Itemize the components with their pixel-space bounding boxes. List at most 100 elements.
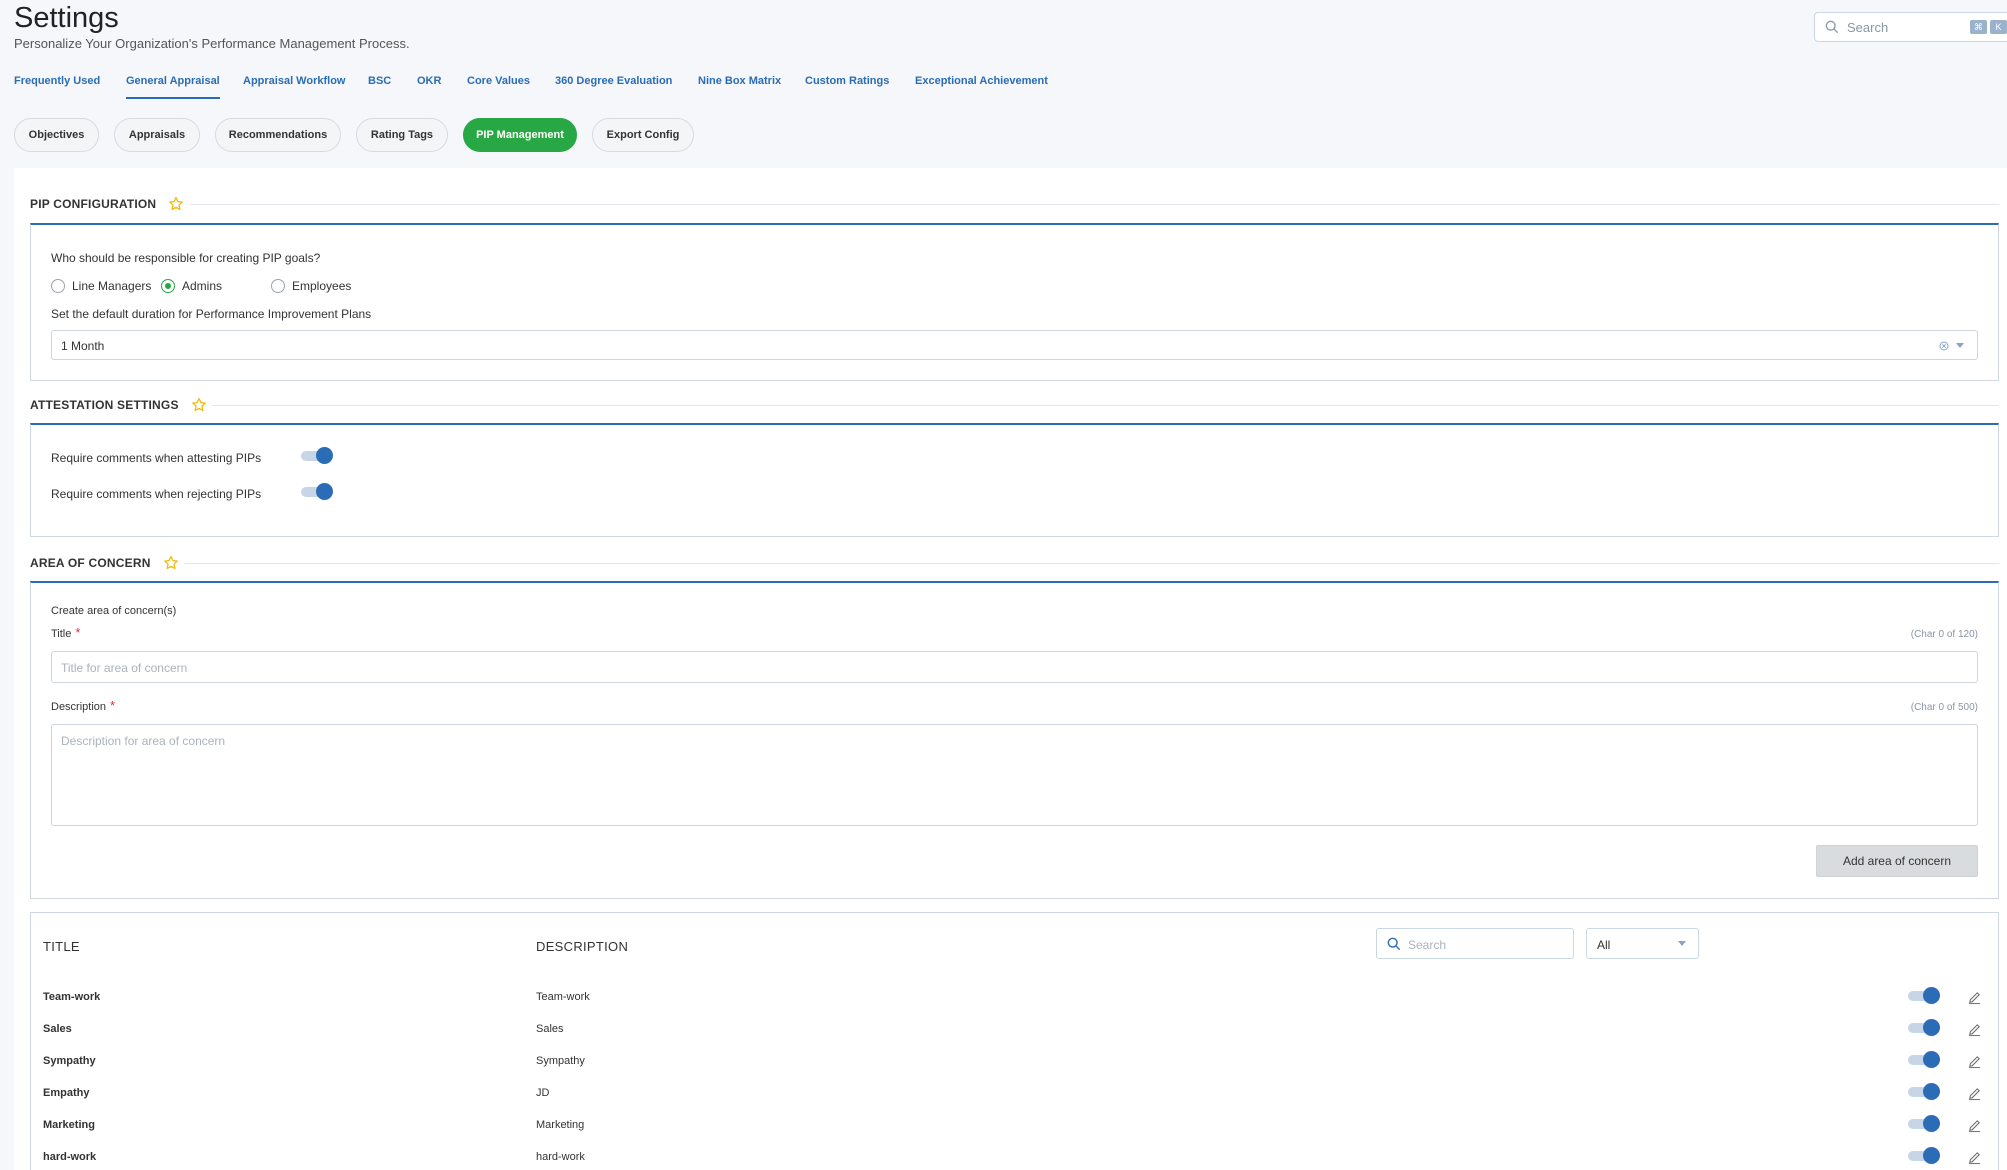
chevron-down-icon <box>1678 941 1686 946</box>
radio-line-managers[interactable]: Line Managers <box>51 279 151 293</box>
toggle-knob <box>1923 1083 1940 1100</box>
table-row: Sympathy Sympathy <box>31 1045 1998 1077</box>
edit-icon[interactable] <box>1967 1118 1982 1133</box>
area-of-concern-table: TITLE DESCRIPTION Search All Team-work T… <box>30 912 1999 1170</box>
row-description: Team-work <box>536 991 590 1003</box>
subtab-export-config[interactable]: Export Config <box>592 118 694 152</box>
pip-duration-label: Set the default duration for Performance… <box>51 307 372 321</box>
radio-admins[interactable]: Admins <box>161 279 222 293</box>
rejecting-comments-label: Require comments when rejecting PIPs <box>51 487 262 501</box>
table-row: hard-work hard-work <box>31 1141 1998 1170</box>
shortcut-key-k: K <box>1990 20 2007 34</box>
column-header-title: TITLE <box>43 939 80 954</box>
row-title: Sympathy <box>43 1055 96 1067</box>
table-search-placeholder: Search <box>1408 938 1447 952</box>
attesting-comments-label: Require comments when attesting PIPs <box>51 451 262 465</box>
radio-indicator <box>161 279 175 293</box>
subtab-recommendations[interactable]: Recommendations <box>215 118 341 152</box>
attesting-comments-toggle[interactable] <box>301 447 333 464</box>
star-icon[interactable] <box>168 196 184 212</box>
add-area-of-concern-button[interactable]: Add area of concern <box>1816 845 1978 877</box>
concern-description-placeholder: Description for area of concern <box>61 734 226 748</box>
concern-title-label: Title * <box>51 625 80 640</box>
tab-general-appraisal[interactable]: General Appraisal <box>126 75 220 99</box>
title-char-counter: (Char 0 of 120) <box>1910 629 1978 640</box>
radio-employees[interactable]: Employees <box>271 279 351 293</box>
concern-title-label-text: Title <box>51 628 72 640</box>
rejecting-comments-toggle[interactable] <box>301 483 333 500</box>
status-filter-select[interactable]: All <box>1586 928 1699 959</box>
clear-icon[interactable] <box>1939 341 1949 351</box>
row-status-toggle[interactable] <box>1908 1115 1940 1132</box>
pip-configuration-title: PIP CONFIGURATION <box>30 197 157 211</box>
subtab-appraisals[interactable]: Appraisals <box>114 118 200 152</box>
row-status-toggle[interactable] <box>1908 1147 1940 1164</box>
star-icon[interactable] <box>163 555 179 571</box>
row-status-toggle[interactable] <box>1908 1083 1940 1100</box>
search-icon <box>1825 20 1839 34</box>
radio-label: Employees <box>292 279 352 293</box>
concern-description-textarea[interactable]: Description for area of concern <box>51 724 1978 826</box>
tab-appraisal-workflow[interactable]: Appraisal Workflow <box>243 75 345 99</box>
row-title: Sales <box>43 1023 72 1035</box>
attestation-settings-title: ATTESTATION SETTINGS <box>30 398 179 412</box>
section-divider <box>212 405 1999 406</box>
subtab-rating-tags[interactable]: Rating Tags <box>356 118 448 152</box>
area-of-concern-title: AREA OF CONCERN <box>30 556 151 570</box>
page-subtitle: Personalize Your Organization's Performa… <box>14 36 410 51</box>
edit-icon[interactable] <box>1967 1022 1982 1037</box>
tab-okr[interactable]: OKR <box>417 75 441 99</box>
tab-360-degree-evaluation[interactable]: 360 Degree Evaluation <box>555 75 672 99</box>
tab-exceptional-achievement[interactable]: Exceptional Achievement <box>915 75 1048 99</box>
edit-icon[interactable] <box>1967 1086 1982 1101</box>
row-status-toggle[interactable] <box>1908 1051 1940 1068</box>
toggle-knob <box>1923 1051 1940 1068</box>
global-search-placeholder: Search <box>1847 20 1889 35</box>
edit-icon[interactable] <box>1967 990 1982 1005</box>
table-row: Marketing Marketing <box>31 1109 1998 1141</box>
attestation-settings-header: ATTESTATION SETTINGS <box>30 395 207 415</box>
row-description: JD <box>536 1087 550 1099</box>
tab-custom-ratings[interactable]: Custom Ratings <box>805 75 889 99</box>
row-description: Marketing <box>536 1119 585 1131</box>
subtab-objectives[interactable]: Objectives <box>14 118 99 152</box>
row-description: Sympathy <box>536 1055 585 1067</box>
area-of-concern-box: Create area of concern(s) Title * (Char 0… <box>30 581 1999 899</box>
table-row: Sales Sales <box>31 1013 1998 1045</box>
area-of-concern-header: AREA OF CONCERN <box>30 553 179 573</box>
edit-icon[interactable] <box>1967 1150 1982 1165</box>
section-divider <box>190 204 1999 205</box>
status-filter-value: All <box>1597 938 1611 952</box>
description-char-counter: (Char 0 of 500) <box>1910 702 1978 713</box>
row-title: Marketing <box>43 1119 95 1131</box>
radio-label: Admins <box>182 279 223 293</box>
edit-icon[interactable] <box>1967 1054 1982 1069</box>
tab-bsc[interactable]: BSC <box>368 75 391 99</box>
subtab-pip-management[interactable]: PIP Management <box>463 118 577 152</box>
tab-nine-box-matrix[interactable]: Nine Box Matrix <box>698 75 781 99</box>
pip-goal-responsibility-question: Who should be responsible for creating P… <box>51 251 321 265</box>
row-description: Sales <box>536 1023 564 1035</box>
pip-configuration-box: Who should be responsible for creating P… <box>30 223 1999 381</box>
table-row: Team-work Team-work <box>31 981 1998 1013</box>
star-icon[interactable] <box>191 397 207 413</box>
toggle-knob <box>316 483 333 500</box>
toggle-knob <box>1923 1115 1940 1132</box>
pip-duration-select[interactable]: 1 Month <box>51 330 1978 360</box>
page-title: Settings <box>14 2 119 34</box>
concern-title-input[interactable]: Title for area of concern <box>51 651 1978 683</box>
global-search-input[interactable]: Search ⌘ K <box>1814 12 2007 42</box>
tab-frequently-used[interactable]: Frequently Used <box>14 75 100 99</box>
radio-indicator <box>51 279 65 293</box>
radio-label: Line Managers <box>72 279 152 293</box>
tab-core-values[interactable]: Core Values <box>467 75 530 99</box>
section-divider <box>184 563 1999 564</box>
toggle-knob <box>1923 1147 1940 1164</box>
pip-configuration-header: PIP CONFIGURATION <box>30 194 184 214</box>
attestation-settings-box: Require comments when attesting PIPs Req… <box>30 423 1999 537</box>
row-status-toggle[interactable] <box>1908 1019 1940 1036</box>
row-status-toggle[interactable] <box>1908 987 1940 1004</box>
required-marker: * <box>110 698 116 713</box>
table-search-input[interactable]: Search <box>1376 928 1574 959</box>
pip-duration-value: 1 Month <box>61 339 105 353</box>
